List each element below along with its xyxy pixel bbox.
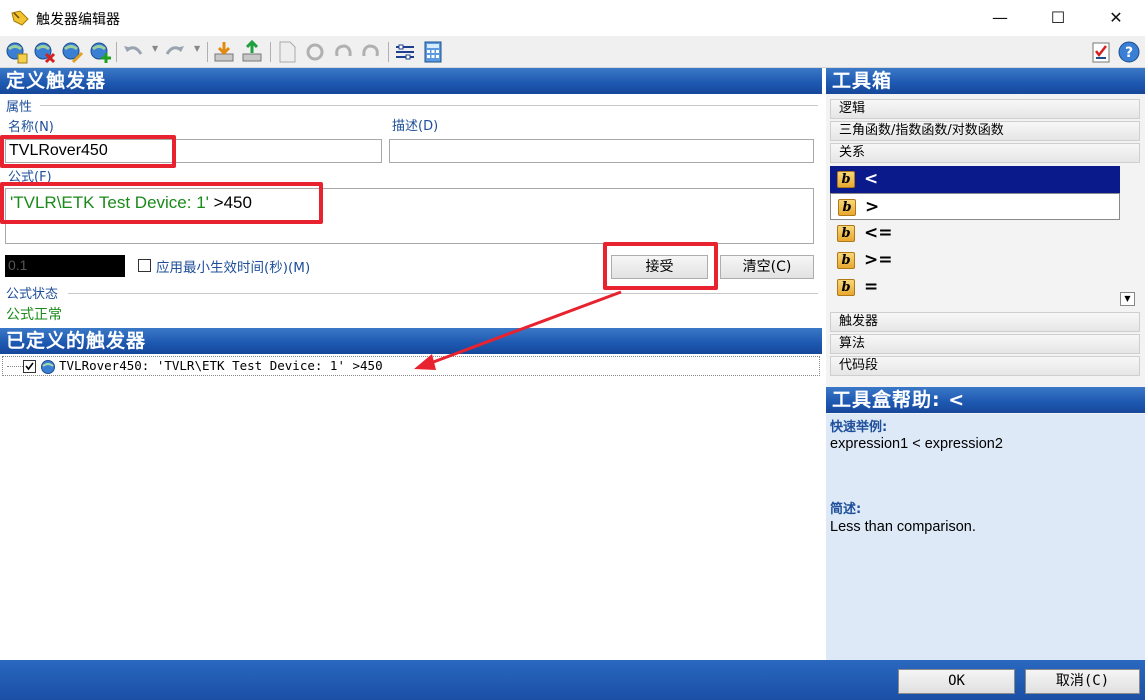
toolbox-header: 工具箱 <box>826 68 1145 94</box>
formula-highlight-box <box>0 182 323 224</box>
define-trigger-panel: 定义触发器 属性 名称(N) 描述(D) TVLRover450 公式(F) '… <box>0 68 822 660</box>
name-label: 名称(N) <box>8 120 54 135</box>
undo-icon[interactable] <box>121 40 145 64</box>
trigger-globe-icon <box>41 360 55 374</box>
toolbar-separator <box>207 42 208 62</box>
title-bar: 触发器编辑器 — ☐ ✕ <box>0 0 1145 36</box>
properties-divider <box>40 105 818 106</box>
toolbox-category-triggers[interactable]: 触发器 <box>830 312 1140 332</box>
min-time-checkbox[interactable] <box>138 259 151 272</box>
list-scroll-down-icon[interactable]: ▼ <box>1120 292 1135 306</box>
name-highlight-box <box>0 135 176 168</box>
toolbox-category-trig[interactable]: 三角函数/指数函数/对数函数 <box>830 121 1140 141</box>
defined-triggers-list: TVLRover450: 'TVLR\ETK Test Device: 1' >… <box>0 354 822 660</box>
properties-icon[interactable] <box>393 40 417 64</box>
edit-trigger-icon[interactable] <box>60 40 84 64</box>
help-icon[interactable]: ? <box>1117 40 1141 64</box>
boolean-b-icon: b <box>837 225 855 242</box>
delete-trigger-icon[interactable] <box>32 40 56 64</box>
trigger-item-text: TVLRover450: 'TVLR\ETK Test Device: 1' >… <box>59 358 383 373</box>
window-title: 触发器编辑器 <box>36 12 120 28</box>
quick-example-text: expression1 < expression2 <box>830 436 1003 452</box>
toolbox-category-snippets[interactable]: 代码段 <box>830 356 1140 376</box>
boolean-b-icon: b <box>837 279 855 296</box>
description-input[interactable] <box>389 139 814 163</box>
status-divider <box>68 293 818 294</box>
boolean-b-icon: b <box>838 199 856 216</box>
trigger-list-item[interactable]: TVLRover450: 'TVLR\ETK Test Device: 1' >… <box>2 356 820 376</box>
check-mark-icon <box>25 362 34 371</box>
refresh-icon[interactable] <box>303 40 327 64</box>
min-time-label: 应用最小生效时间(秒)(M) <box>156 260 311 276</box>
ok-button[interactable]: OK <box>898 669 1015 694</box>
define-trigger-header: 定义触发器 <box>0 68 822 94</box>
calculator-icon[interactable] <box>421 40 445 64</box>
operator-item-equal[interactable]: b = <box>830 274 1120 301</box>
undo-dropdown-icon[interactable]: ▼ <box>152 44 158 53</box>
toolbox-category-algorithms[interactable]: 算法 <box>830 334 1140 354</box>
toolbar-separator <box>270 42 271 62</box>
operator-symbol: >= <box>864 250 893 270</box>
new-document-icon[interactable] <box>275 40 299 64</box>
dialog-button-bar: OK 取消(C) <box>0 660 1145 700</box>
formula-status-text: 公式正常 <box>6 307 62 323</box>
redo-dropdown-icon[interactable]: ▼ <box>194 44 200 53</box>
svg-text:?: ? <box>1125 45 1133 61</box>
boolean-b-icon: b <box>837 252 855 269</box>
toolbox-category-relational[interactable]: 关系 <box>830 143 1140 163</box>
formula-status-group-label: 公式状态 <box>6 287 59 302</box>
defined-triggers-header: 已定义的触发器 <box>0 328 822 354</box>
clear-button[interactable]: 清空(C) <box>720 255 814 279</box>
cancel-button[interactable]: 取消(C) <box>1025 669 1140 694</box>
operator-item-not-equal[interactable]: b != <box>830 301 1120 306</box>
import-icon[interactable] <box>212 40 236 64</box>
toolbar: ▼ ▼ ? <box>0 36 1145 68</box>
toolbar-separator <box>116 42 117 62</box>
check-syntax-icon[interactable] <box>1089 40 1113 64</box>
accept-highlight-box <box>603 242 718 290</box>
operator-symbol: < <box>864 169 879 189</box>
relational-operator-list: b < b > b <= b >= b = b != <box>830 166 1120 306</box>
operator-item-greater-equal[interactable]: b >= <box>830 247 1120 274</box>
trigger-app-icon <box>11 10 29 26</box>
tree-connector <box>7 366 23 367</box>
toolbox-category-logic[interactable]: 逻辑 <box>830 99 1140 119</box>
quick-example-heading: 快速举例: <box>830 420 888 435</box>
trigger-enabled-checkbox[interactable] <box>23 360 36 373</box>
rotate-right-icon[interactable] <box>359 40 383 64</box>
close-button[interactable]: ✕ <box>1093 4 1139 32</box>
min-time-input[interactable]: 0.1 <box>5 255 125 277</box>
redo-icon[interactable] <box>163 40 187 64</box>
export-icon[interactable] <box>240 40 264 64</box>
rotate-left-icon[interactable] <box>331 40 355 64</box>
operator-item-less-equal[interactable]: b <= <box>830 220 1120 247</box>
description-heading: 简述: <box>830 502 862 517</box>
operator-symbol: > <box>865 197 880 217</box>
operator-symbol: <= <box>864 223 893 243</box>
maximize-button[interactable]: ☐ <box>1035 4 1081 32</box>
toolbox-help-panel: 快速举例: expression1 < expression2 简述: Less… <box>826 414 1145 660</box>
new-trigger-icon[interactable] <box>4 40 28 64</box>
add-trigger-icon[interactable] <box>88 40 112 64</box>
description-text: Less than comparison. <box>830 519 976 535</box>
properties-group-label: 属性 <box>6 100 33 115</box>
boolean-b-icon: b <box>837 171 855 188</box>
operator-symbol: != <box>864 301 886 306</box>
toolbox-panel: 工具箱 逻辑 三角函数/指数函数/对数函数 关系 b < b > b <= b … <box>826 68 1145 660</box>
toolbox-help-header: 工具盒帮助: < <box>826 387 1145 413</box>
operator-item-less-than[interactable]: b < <box>830 166 1120 193</box>
toolbar-separator <box>388 42 389 62</box>
description-label: 描述(D) <box>392 119 439 134</box>
operator-item-greater-than[interactable]: b > <box>830 193 1120 220</box>
minimize-button[interactable]: — <box>977 4 1023 32</box>
operator-symbol: = <box>864 277 879 297</box>
